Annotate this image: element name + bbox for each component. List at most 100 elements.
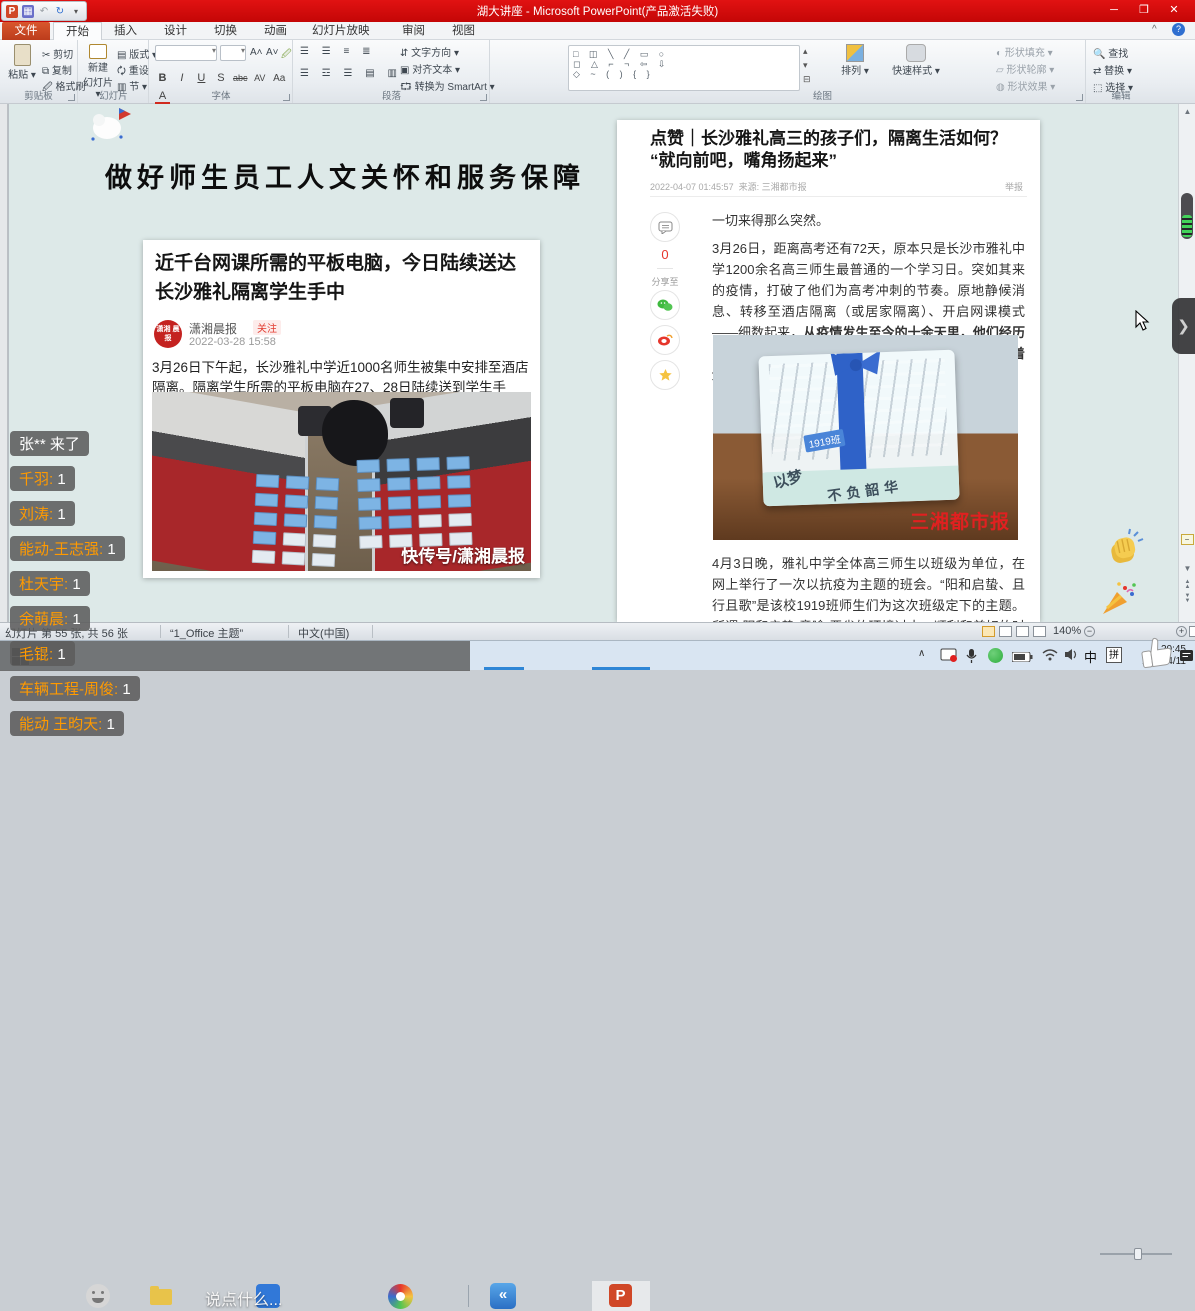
grow-font-icon[interactable]: A˄ — [250, 47, 263, 58]
photos-app-icon[interactable] — [388, 1284, 413, 1309]
copy-button[interactable]: ⧉ 复制 — [42, 62, 72, 77]
shape-gallery[interactable]: □ ◫ ╲ ╱ ▭ ○ ◻ △ ⌐ ¬ ⇦ ⇩ ◇ ~ ( ) { } — [568, 45, 800, 91]
report-link[interactable]: 举报 — [1005, 180, 1023, 193]
screen-record-icon[interactable] — [940, 648, 958, 663]
microphone-icon[interactable] — [966, 648, 977, 664]
arrange-button[interactable]: 排列 ▾ — [836, 44, 874, 77]
photo-watermark: 快传号/潇湘晨报 — [401, 542, 525, 567]
shape-gallery-more-icon[interactable]: ⊟ — [803, 74, 811, 85]
text-direction-button[interactable]: ⇵ 文字方向 ▾ — [400, 44, 459, 59]
tab-view[interactable]: 视图 — [440, 22, 487, 40]
cut-button[interactable]: ✂ 剪切 — [42, 46, 73, 61]
underline-button[interactable]: U — [194, 72, 209, 84]
overlay-panel-toggle[interactable]: ❯ — [1172, 298, 1195, 354]
battery-icon[interactable] — [1012, 652, 1033, 662]
change-case-button[interactable]: Aa — [272, 73, 287, 84]
tab-home[interactable]: 开始 — [53, 22, 102, 40]
font-dialog-launcher[interactable] — [283, 94, 290, 101]
clear-format-icon[interactable]: 🖉 — [281, 47, 292, 64]
close-button[interactable]: ✕ — [1160, 2, 1188, 19]
tab-file[interactable]: 文件 — [2, 22, 50, 40]
paragraph-dialog-launcher[interactable] — [480, 94, 487, 101]
tab-design[interactable]: 设计 — [152, 22, 199, 40]
zoom-level[interactable]: 140% — [1053, 625, 1081, 637]
scrollbar-thumb[interactable] — [1181, 193, 1193, 239]
slide-sorter-view-button[interactable] — [999, 626, 1012, 637]
tab-transitions[interactable]: 切换 — [202, 22, 249, 40]
tab-review[interactable]: 审阅 — [390, 22, 437, 40]
fit-to-window-button[interactable] — [1189, 626, 1195, 637]
tray-expand-icon[interactable]: ∧ — [918, 648, 925, 659]
theme-name[interactable]: “1_Office 主题” — [170, 625, 243, 641]
strikethrough-button[interactable]: abc — [233, 73, 248, 83]
comment-button[interactable] — [648, 212, 682, 242]
ime-mode-indicator[interactable]: 拼 — [1106, 647, 1122, 663]
action-center-icon[interactable] — [1180, 649, 1194, 663]
maximize-button[interactable]: ❐ — [1130, 2, 1158, 19]
file-explorer-icon[interactable] — [150, 1289, 172, 1305]
speaker-icon[interactable] — [1064, 648, 1078, 661]
previous-slide-button[interactable]: ▲▲ — [1179, 580, 1195, 590]
tab-insert[interactable]: 插入 — [102, 22, 149, 40]
new-slide-icon — [89, 44, 107, 59]
slides-pane-edge[interactable] — [0, 104, 8, 622]
ime-language-indicator[interactable]: 中 — [1084, 647, 1097, 666]
language-indicator[interactable]: 中文(中国) — [298, 625, 349, 641]
zoom-slider-thumb[interactable] — [1134, 1248, 1142, 1260]
chat-message: 张** 来了 — [10, 431, 89, 456]
list-buttons[interactable]: ☰ ☰ ≡ ≣ — [300, 46, 375, 57]
scroll-up-icon[interactable]: ▲ — [1179, 107, 1195, 116]
ribbon-collapse-icon[interactable]: ^ — [1152, 24, 1157, 35]
share-label: 分享至 — [648, 275, 682, 288]
slideshow-view-button[interactable] — [1033, 626, 1046, 637]
find-button[interactable]: 🔍 查找 — [1093, 45, 1128, 60]
clipboard-dialog-launcher[interactable] — [68, 94, 75, 101]
tab-animations[interactable]: 动画 — [252, 22, 299, 40]
font-name-combo[interactable]: ▾ — [155, 45, 217, 61]
align-text-button[interactable]: ▣ 对齐文本 ▾ — [400, 61, 460, 76]
shadow-button[interactable]: S — [213, 72, 228, 84]
help-icon[interactable]: ? — [1172, 23, 1185, 36]
char-spacing-button[interactable]: AV — [252, 73, 267, 83]
bold-button[interactable]: B — [155, 72, 170, 84]
group-font: ▾ ▾ A˄ A˅ 🖉 B I U S abc AV Aa A 字体 — [150, 40, 293, 103]
share-favorite-button[interactable] — [648, 360, 682, 390]
chat-input-placeholder[interactable]: 说点什么... — [205, 1286, 282, 1310]
overlay-minus-button[interactable]: − — [1181, 534, 1194, 545]
stream-app-icon[interactable]: « — [490, 1283, 516, 1309]
article-left-date: 2022-03-28 15:58 — [189, 336, 276, 348]
zoom-out-button[interactable]: − — [1084, 626, 1095, 637]
italic-button[interactable]: I — [174, 72, 189, 84]
comment-count: 0 — [648, 247, 682, 262]
ribbon-tab-row: 文件 开始 插入 设计 切换 动画 幻灯片放映 审阅 视图 ^ ? — [0, 22, 1195, 40]
quick-styles-button[interactable]: 快速样式 ▾ — [890, 44, 942, 77]
share-weibo-button[interactable] — [648, 325, 682, 355]
share-wechat-button[interactable] — [648, 290, 682, 320]
article-right-photo: 1919班 以梦 不负韶华 三湘都市报 — [713, 335, 1018, 540]
shape-gallery-down-icon[interactable]: ▾ — [803, 60, 808, 71]
tab-slideshow[interactable]: 幻灯片放映 — [300, 22, 382, 40]
paste-button[interactable]: 粘贴 ▾ — [6, 44, 38, 81]
replace-button[interactable]: ⇄ 替换 ▾ — [1093, 62, 1132, 77]
wifi-icon[interactable] — [1042, 648, 1058, 661]
shape-fill-button[interactable]: ◐ 形状填充 ▾ — [996, 44, 1053, 59]
source-name[interactable]: 潇湘晨报 — [189, 320, 237, 337]
drawing-dialog-launcher[interactable] — [1076, 94, 1083, 101]
shape-outline-button[interactable]: ▱ 形状轮廓 ▾ — [996, 61, 1054, 76]
scroll-down-icon[interactable]: ▼ — [1179, 564, 1195, 573]
follow-button[interactable]: 关注 — [253, 320, 281, 335]
zoom-in-button[interactable]: + — [1176, 626, 1187, 637]
align-buttons[interactable]: ☰ ☲ ☰ ▤ ▥ — [300, 68, 402, 79]
powerpoint-taskbar-button[interactable]: P — [592, 1281, 650, 1311]
next-slide-button[interactable]: ▼▼ — [1179, 594, 1195, 604]
minimize-button[interactable]: ─ — [1100, 2, 1128, 19]
slide-canvas[interactable]: 做好师生员工人文关怀和服务保障 近千台网课所需的平板电脑，今日陆续送达 长沙雅礼… — [9, 104, 1178, 622]
shape-gallery-up-icon[interactable]: ▴ — [803, 46, 808, 57]
antivirus-icon[interactable] — [988, 648, 1003, 663]
font-size-combo[interactable]: ▾ — [220, 45, 246, 61]
emoji-picker-icon[interactable] — [86, 1284, 110, 1308]
shrink-font-icon[interactable]: A˅ — [266, 47, 279, 58]
vertical-scrollbar[interactable]: ▲ − ▼ ▲▲ ▼▼ — [1178, 104, 1195, 622]
reading-view-button[interactable] — [1016, 626, 1029, 637]
normal-view-button[interactable] — [982, 626, 995, 637]
